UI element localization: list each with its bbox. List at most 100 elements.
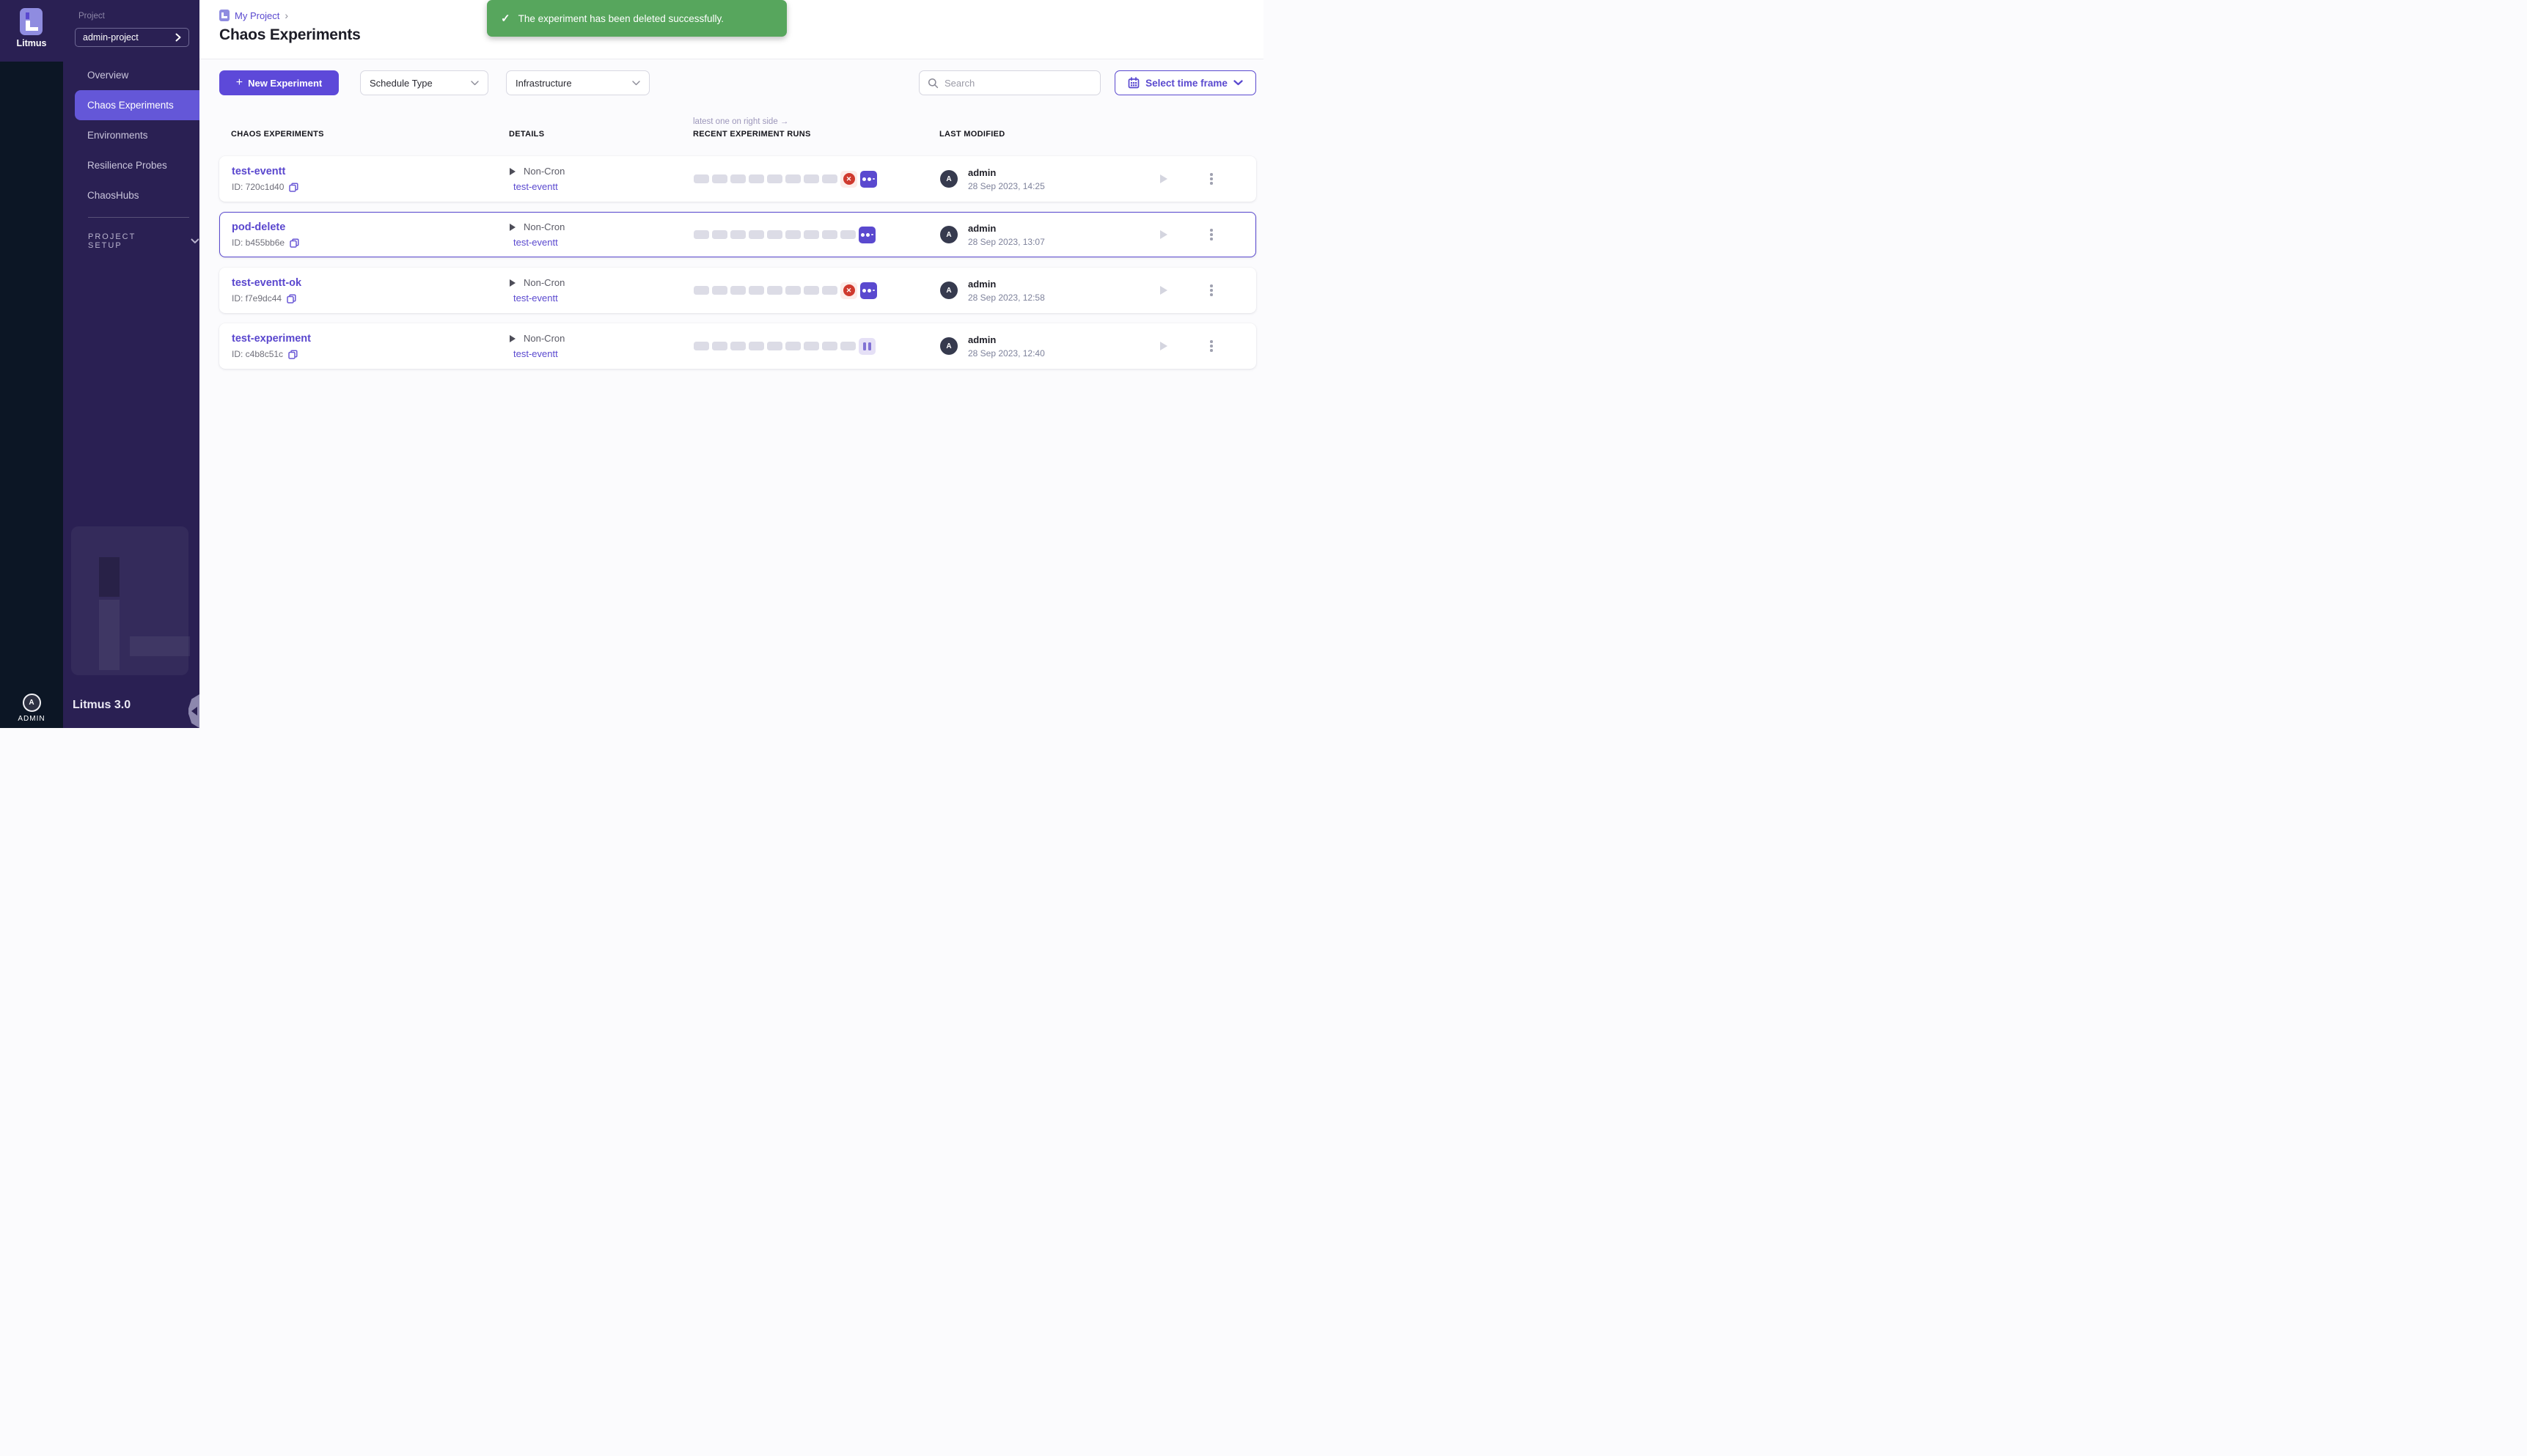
run-experiment-button[interactable] — [1160, 230, 1167, 239]
failed-run-icon[interactable]: ✕ — [840, 282, 857, 299]
schedule-type: Non-Cron — [524, 166, 565, 177]
experiment-row: test-eventtID: 720c1d40Non-Crontest-even… — [219, 156, 1256, 202]
failed-run-icon[interactable]: ✕ — [840, 171, 857, 188]
copy-icon[interactable] — [288, 350, 298, 359]
app-version: Litmus 3.0 — [73, 699, 131, 712]
modified-by: admin — [968, 334, 1045, 345]
modified-by: admin — [968, 223, 1045, 234]
avatar: A — [940, 282, 958, 299]
empty-run-pill — [785, 174, 801, 183]
experiment-name-link[interactable]: test-eventt — [232, 166, 510, 177]
litmus-logo-icon[interactable] — [20, 8, 43, 35]
experiment-ref-link[interactable]: test-eventt — [513, 237, 694, 248]
collapse-left-icon — [191, 707, 197, 716]
row-menu-button[interactable] — [1204, 340, 1219, 352]
experiment-ref-link[interactable]: test-eventt — [513, 181, 694, 192]
user-avatar[interactable]: A — [23, 694, 41, 712]
brand-name: Litmus — [0, 38, 63, 48]
empty-run-pill — [694, 342, 709, 350]
empty-run-pill — [749, 342, 764, 350]
copy-icon[interactable] — [289, 183, 298, 192]
copy-icon[interactable] — [287, 294, 296, 304]
sidebar-item-overview[interactable]: Overview — [63, 60, 199, 90]
empty-run-pill — [785, 230, 801, 239]
empty-run-pill — [822, 286, 837, 295]
logo-block: Litmus — [0, 0, 63, 62]
avatar: A — [940, 337, 958, 355]
breadcrumb-link[interactable]: My Project — [235, 10, 279, 21]
toast-message: The experiment has been deleted successf… — [518, 13, 724, 24]
sidebar-divider — [88, 217, 189, 218]
row-menu-button[interactable] — [1204, 229, 1219, 240]
infrastructure-select[interactable]: Infrastructure — [506, 70, 650, 95]
experiment-name-link[interactable]: pod-delete — [232, 221, 510, 233]
avatar: A — [940, 226, 958, 243]
breadcrumb-separator: › — [285, 10, 288, 21]
schedule-type-icon — [510, 279, 516, 287]
schedule-type-icon — [510, 168, 516, 175]
new-experiment-button[interactable]: + New Experiment — [219, 70, 339, 95]
copy-icon[interactable] — [290, 238, 299, 248]
app-root: Litmus A ADMIN Project admin-project Ove… — [0, 0, 1264, 728]
sidebar-item-environments[interactable]: Environments — [63, 120, 199, 150]
content: + New Experiment Schedule Type Infrastru… — [199, 70, 1264, 369]
avatar: A — [940, 170, 958, 188]
empty-run-pill — [730, 286, 746, 295]
empty-run-pill — [730, 230, 746, 239]
project-label: Project — [78, 12, 105, 21]
search-icon — [928, 78, 939, 89]
empty-run-pill — [730, 342, 746, 350]
modified-time: 28 Sep 2023, 14:25 — [968, 181, 1045, 191]
experiment-ref-link[interactable]: test-eventt — [513, 293, 694, 304]
empty-run-pill — [804, 286, 819, 295]
project-selector[interactable]: admin-project — [75, 28, 189, 47]
sidebar-item-chaos-experiments[interactable]: Chaos Experiments — [75, 90, 199, 120]
sidebar-item-project-setup[interactable]: PROJECT SETUP — [88, 232, 199, 250]
search-input[interactable] — [945, 78, 1092, 89]
paused-run-icon[interactable] — [859, 338, 876, 355]
recent-runs — [694, 338, 940, 355]
sidebar-item-chaoshubs[interactable]: ChaosHubs — [63, 180, 199, 210]
schedule-type: Non-Cron — [524, 333, 565, 344]
modified-by: admin — [968, 167, 1045, 178]
modified-by: admin — [968, 279, 1045, 290]
modified-time: 28 Sep 2023, 12:58 — [968, 293, 1045, 303]
page-title: Chaos Experiments — [219, 26, 361, 44]
chevron-down-icon — [632, 81, 640, 86]
schedule-type: Non-Cron — [524, 277, 565, 288]
chevron-down-icon — [471, 81, 479, 86]
run-experiment-button[interactable] — [1160, 174, 1167, 183]
chevron-down-icon — [1233, 80, 1243, 86]
recent-runs — [694, 227, 940, 243]
schedule-type-select[interactable]: Schedule Type — [360, 70, 488, 95]
run-experiment-button[interactable] — [1160, 342, 1167, 350]
main-area: My Project › Chaos Experiments + New Exp… — [199, 0, 1264, 728]
chevron-right-icon — [175, 33, 181, 42]
empty-run-pill — [840, 230, 856, 239]
sidebar-item-resilience-probes[interactable]: Resilience Probes — [63, 150, 199, 180]
running-run-icon[interactable] — [859, 227, 876, 243]
empty-run-pill — [822, 174, 837, 183]
success-toast[interactable]: ✓ The experiment has been deleted succes… — [487, 0, 787, 37]
plus-icon: + — [236, 76, 243, 89]
select-time-frame-button[interactable]: Select time frame — [1115, 70, 1256, 95]
row-menu-button[interactable] — [1204, 173, 1219, 185]
running-run-icon[interactable] — [860, 171, 877, 188]
runs-annotation: latest one on right side → — [693, 117, 939, 126]
empty-run-pill — [694, 230, 709, 239]
empty-run-pill — [749, 174, 764, 183]
experiment-name-link[interactable]: test-experiment — [232, 333, 510, 345]
run-experiment-button[interactable] — [1160, 286, 1167, 295]
empty-run-pill — [694, 174, 709, 183]
experiment-ref-link[interactable]: test-eventt — [513, 348, 694, 359]
empty-run-pill — [712, 174, 727, 183]
running-run-icon[interactable] — [860, 282, 877, 299]
empty-run-pill — [785, 342, 801, 350]
experiment-row: test-eventt-okID: f7e9dc44Non-Crontest-e… — [219, 268, 1256, 313]
row-menu-button[interactable] — [1204, 284, 1219, 296]
schedule-type-icon — [510, 335, 516, 342]
experiment-name-link[interactable]: test-eventt-ok — [232, 277, 510, 289]
column-header-modified: LAST MODIFIED — [939, 130, 1159, 139]
toolbar: + New Experiment Schedule Type Infrastru… — [219, 70, 1256, 95]
empty-run-pill — [822, 342, 837, 350]
